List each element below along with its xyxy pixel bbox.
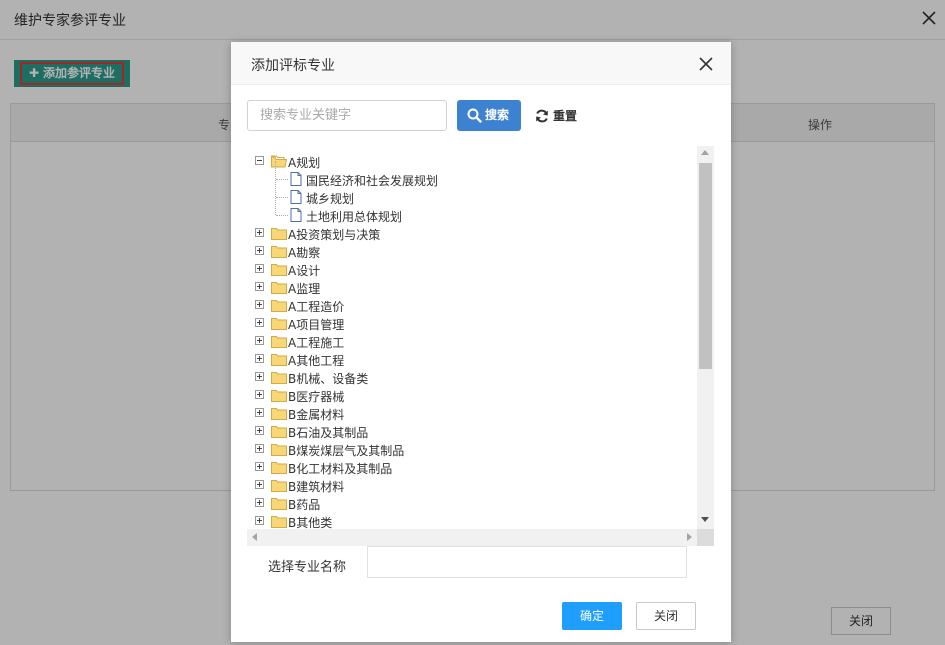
tree-guide-line bbox=[276, 179, 288, 180]
folder-icon bbox=[271, 408, 287, 420]
folder-icon bbox=[271, 426, 287, 438]
expand-toggle-icon[interactable] bbox=[255, 246, 264, 255]
folder-icon bbox=[271, 390, 287, 402]
expand-toggle-icon[interactable] bbox=[255, 444, 264, 453]
tree-guide-line bbox=[276, 197, 288, 198]
expand-toggle-icon[interactable] bbox=[255, 228, 264, 237]
tree-node-label[interactable]: A监理 bbox=[288, 280, 320, 297]
tree-node-label[interactable]: B化工材料及其制品 bbox=[288, 460, 392, 477]
tree-node-label[interactable]: B建筑材料 bbox=[288, 478, 344, 495]
tree-node-label[interactable]: B煤炭煤层气及其制品 bbox=[288, 442, 404, 459]
folder-icon bbox=[271, 246, 287, 258]
expand-toggle-icon[interactable] bbox=[255, 336, 264, 345]
tree-node-label[interactable]: B医疗器械 bbox=[288, 388, 344, 405]
refresh-icon bbox=[536, 109, 548, 123]
expand-toggle-icon[interactable] bbox=[255, 480, 264, 489]
expand-toggle-icon[interactable] bbox=[255, 408, 264, 417]
tree-guide-line bbox=[275, 161, 276, 215]
collapse-toggle-icon[interactable] bbox=[255, 156, 264, 165]
tree-leaf-label[interactable]: 国民经济和社会发展规划 bbox=[306, 172, 438, 189]
tree-node-label[interactable]: A投资策划与决策 bbox=[288, 226, 380, 243]
folder-icon bbox=[271, 372, 287, 384]
tree-node-label[interactable]: A规划 bbox=[288, 154, 320, 171]
expand-toggle-icon[interactable] bbox=[255, 372, 264, 381]
folder-icon bbox=[271, 444, 287, 456]
vertical-scrollbar[interactable] bbox=[697, 146, 714, 530]
close-button[interactable]: 关闭 bbox=[636, 602, 696, 630]
tree-node-label[interactable]: B机械、设备类 bbox=[288, 370, 368, 387]
folder-icon bbox=[271, 480, 287, 492]
tree-node-label[interactable]: B药品 bbox=[288, 496, 320, 513]
tree-leaf-label[interactable]: 土地利用总体规划 bbox=[306, 208, 402, 225]
folder-icon bbox=[271, 228, 287, 240]
folder-icon bbox=[271, 300, 287, 312]
document-icon bbox=[290, 190, 302, 204]
selected-specialty-label: 选择专业名称 bbox=[268, 560, 347, 575]
tree-guide-line bbox=[276, 215, 288, 216]
folder-icon bbox=[271, 318, 287, 330]
dialog-header: 添加评标专业 bbox=[231, 42, 731, 85]
add-specialty-dialog: 添加评标专业 搜索 重置 A规划 bbox=[231, 42, 731, 642]
document-icon bbox=[290, 172, 302, 186]
scroll-down-arrow-icon[interactable] bbox=[701, 517, 709, 522]
tree-node-label[interactable]: A其他工程 bbox=[288, 352, 344, 369]
scroll-right-arrow-icon[interactable] bbox=[687, 533, 692, 541]
folder-icon bbox=[271, 498, 287, 510]
confirm-button[interactable]: 确定 bbox=[562, 602, 622, 630]
search-icon bbox=[467, 108, 482, 123]
search-button-label: 搜索 bbox=[485, 108, 510, 122]
document-icon bbox=[290, 208, 302, 222]
folder-icon bbox=[271, 282, 287, 294]
dialog-title: 添加评标专业 bbox=[251, 58, 335, 74]
search-input[interactable] bbox=[247, 100, 447, 131]
reset-button-label: 重置 bbox=[553, 109, 578, 123]
expand-toggle-icon[interactable] bbox=[255, 462, 264, 471]
tree-node-label[interactable]: B金属材料 bbox=[288, 406, 344, 423]
folder-icon bbox=[271, 516, 287, 528]
scroll-left-arrow-icon[interactable] bbox=[252, 533, 257, 541]
scroll-up-arrow-icon[interactable] bbox=[701, 150, 709, 155]
expand-toggle-icon[interactable] bbox=[255, 318, 264, 327]
folder-icon bbox=[271, 462, 287, 474]
specialty-tree: A规划 国民经济和社会发展规划 城乡规划 土地利用总体规划 A投资策划与决策 A… bbox=[247, 146, 714, 546]
expand-toggle-icon[interactable] bbox=[255, 264, 264, 273]
tree-node-label[interactable]: A项目管理 bbox=[288, 316, 344, 333]
folder-icon bbox=[271, 336, 287, 348]
tree-node-label[interactable]: B石油及其制品 bbox=[288, 424, 368, 441]
expand-toggle-icon[interactable] bbox=[255, 516, 264, 525]
folder-icon bbox=[271, 354, 287, 366]
folder-open-icon bbox=[271, 155, 287, 168]
reset-button[interactable]: 重置 bbox=[535, 106, 577, 126]
expand-toggle-icon[interactable] bbox=[255, 300, 264, 309]
close-icon[interactable] bbox=[697, 55, 715, 73]
expand-toggle-icon[interactable] bbox=[255, 426, 264, 435]
scrollbar-corner bbox=[697, 529, 714, 546]
tree-leaf-label[interactable]: 城乡规划 bbox=[306, 190, 354, 207]
expand-toggle-icon[interactable] bbox=[255, 498, 264, 507]
expand-toggle-icon[interactable] bbox=[255, 282, 264, 291]
tree-node-label[interactable]: A工程施工 bbox=[288, 334, 344, 351]
search-button[interactable]: 搜索 bbox=[457, 100, 521, 131]
tree-node-label[interactable]: A设计 bbox=[288, 262, 320, 279]
vertical-scrollbar-thumb[interactable] bbox=[699, 163, 712, 369]
selected-specialty-field[interactable] bbox=[367, 546, 687, 578]
tree-node-label[interactable]: A工程造价 bbox=[288, 298, 344, 315]
folder-icon bbox=[271, 264, 287, 276]
expand-toggle-icon[interactable] bbox=[255, 390, 264, 399]
tree-node-label[interactable]: A勘察 bbox=[288, 244, 320, 261]
expand-toggle-icon[interactable] bbox=[255, 354, 264, 363]
horizontal-scrollbar[interactable] bbox=[247, 529, 714, 546]
